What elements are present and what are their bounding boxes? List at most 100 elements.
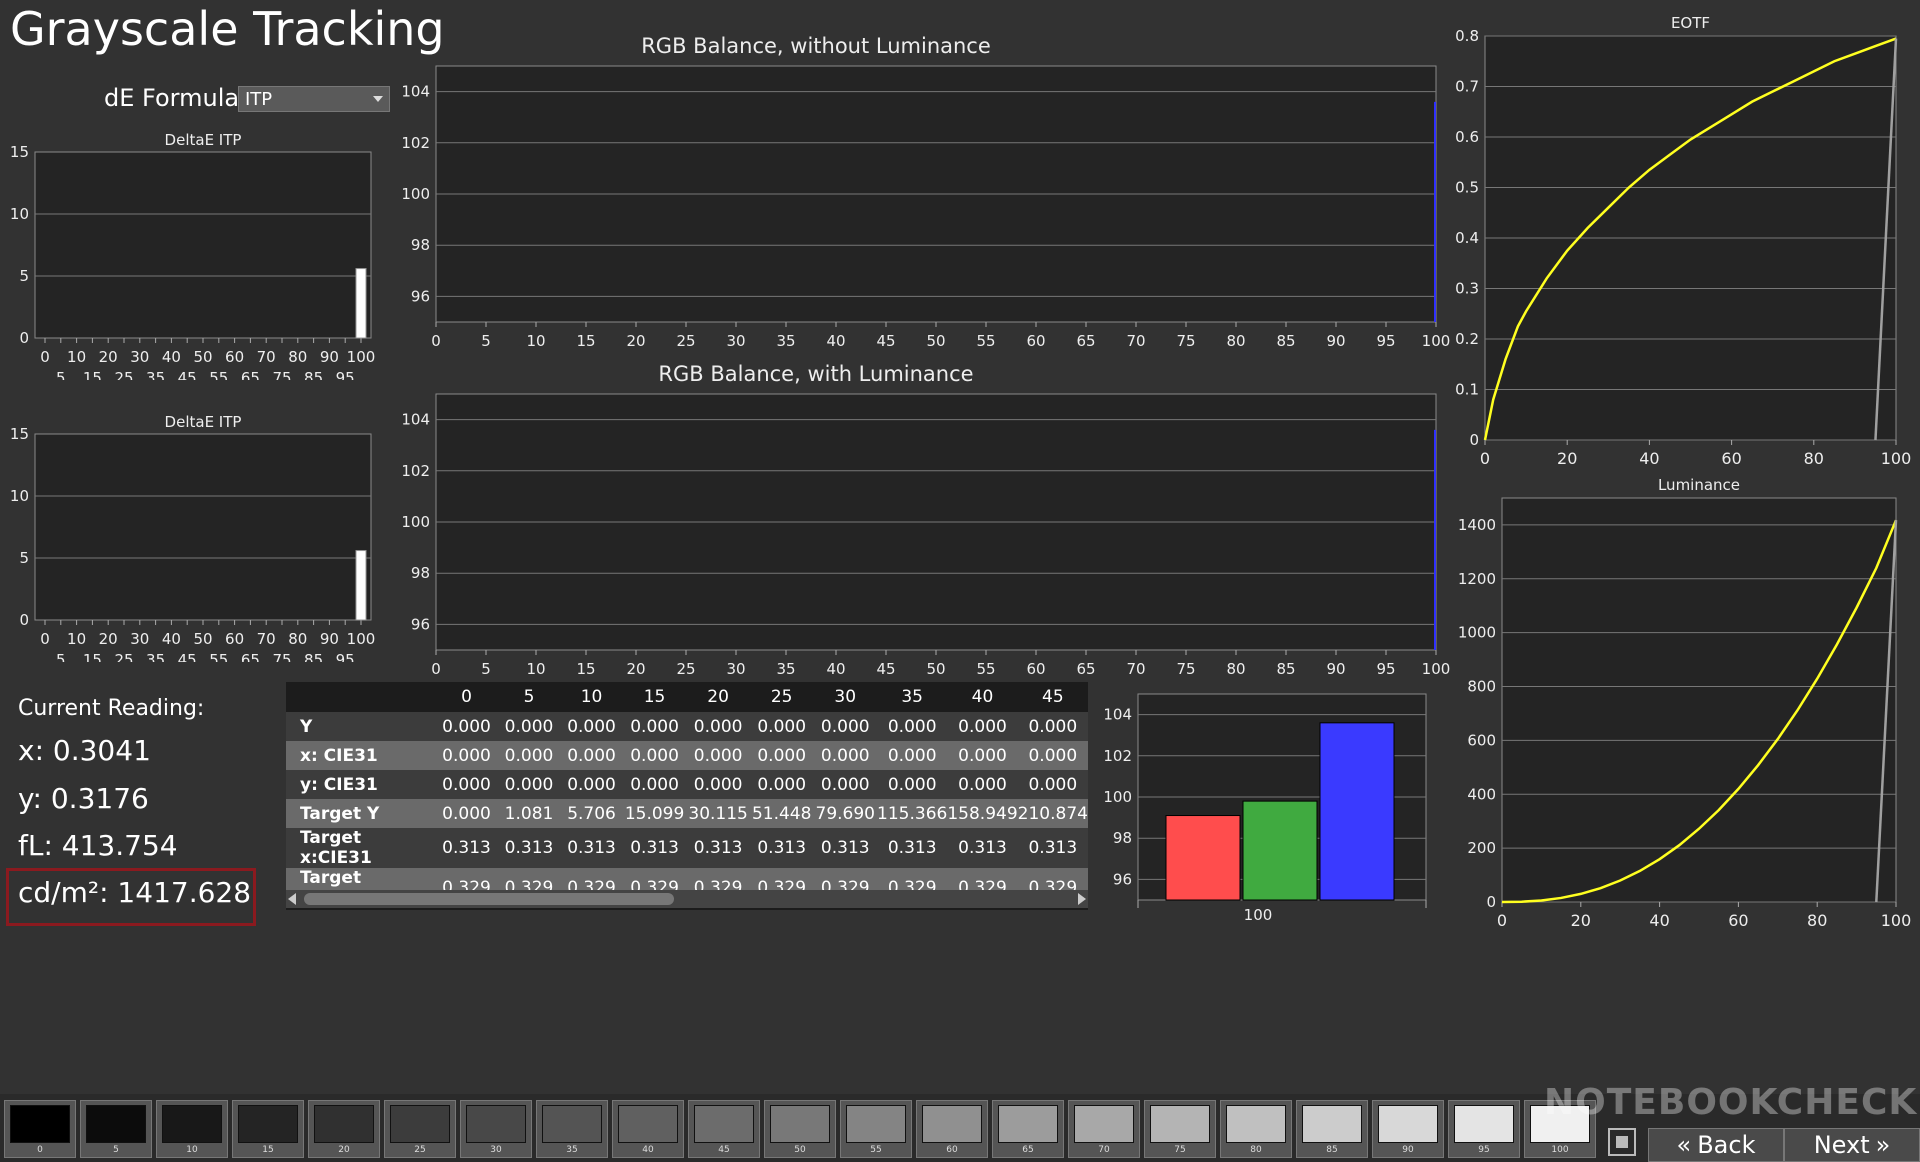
swatch-90[interactable]: 90 — [1372, 1100, 1444, 1158]
swatch-85[interactable]: 85 — [1296, 1100, 1368, 1158]
x-tick-label: 35 — [776, 332, 795, 350]
scrollbar-thumb[interactable] — [304, 893, 674, 905]
swatch-fill — [1150, 1105, 1210, 1143]
chevron-down-icon — [373, 96, 383, 102]
swatch-15[interactable]: 15 — [232, 1100, 304, 1158]
y-tick-label: 5 — [19, 267, 29, 285]
swatch-label: 45 — [718, 1145, 730, 1155]
swatch-fill — [238, 1105, 298, 1143]
table-cell: 0.000 — [947, 770, 1018, 799]
x-tick-label: 60 — [225, 348, 244, 366]
table-row: Target Y 0.000 1.081 5.706 15.099 30.115 51.44… — [286, 799, 1088, 828]
table-cell: 15.099 — [622, 799, 687, 828]
x-tick-label: 25 — [114, 651, 133, 662]
swatch-10[interactable]: 10 — [156, 1100, 228, 1158]
swatch-label: 65 — [1022, 1145, 1034, 1155]
swatch-35[interactable]: 35 — [536, 1100, 608, 1158]
table-cell: 0.000 — [877, 712, 948, 741]
x-tick-label: 95 — [1376, 660, 1395, 678]
y-tick-label: 104 — [1103, 706, 1132, 724]
y-tick-label: 96 — [411, 615, 430, 633]
x-tick-label: 45 — [178, 369, 197, 380]
table-cell: 0.313 — [560, 828, 623, 868]
rgb-bar-b — [1319, 722, 1395, 901]
table-cell: 0.313 — [813, 828, 878, 868]
y-tick-label: 0 — [1486, 893, 1496, 911]
stop-icon[interactable] — [1608, 1128, 1636, 1156]
x-tick-label: 80 — [1226, 332, 1245, 350]
x-tick-label: 85 — [304, 369, 323, 380]
luminance-chart: Luminance 0 200 400 600 800 1000 1200 1400 0 20 40 6… — [1458, 476, 1912, 930]
x-tick-label: 20 — [99, 348, 118, 366]
table-cell: 0.313 — [686, 828, 750, 868]
x-tick-label: 90 — [320, 348, 339, 366]
table-scrollbar[interactable] — [286, 890, 1088, 908]
x-tick-label: 70 — [257, 348, 276, 366]
table-cell: 0.313 — [497, 828, 561, 868]
swatch-80[interactable]: 80 — [1220, 1100, 1292, 1158]
table-cell: 0.000 — [622, 741, 687, 770]
x-tick-label: 85 — [1276, 332, 1295, 350]
swatch-fill — [86, 1105, 146, 1143]
x-tick-label: 80 — [1804, 449, 1824, 468]
x-tick-label: 75 — [272, 369, 291, 380]
x-tick-label: 50 — [926, 332, 945, 350]
swatch-label: 10 — [186, 1145, 198, 1155]
table-row: Target x:CIE31 0.313 0.313 0.313 0.313 0.313 0… — [286, 828, 1088, 868]
swatch-65[interactable]: 65 — [992, 1100, 1064, 1158]
swatch-5[interactable]: 5 — [80, 1100, 152, 1158]
scroll-left-icon[interactable] — [288, 893, 296, 905]
swatch-55[interactable]: 55 — [840, 1100, 912, 1158]
swatch-label: 15 — [262, 1145, 274, 1155]
x-tick-label: 15 — [576, 660, 595, 678]
swatch-label: 50 — [794, 1145, 806, 1155]
x-tick-label: 0 — [431, 332, 441, 350]
y-tick-label: 0 — [19, 611, 29, 629]
swatch-45[interactable]: 45 — [688, 1100, 760, 1158]
x-tick-label: 35 — [146, 651, 165, 662]
x-tick-label: 0 — [40, 630, 50, 648]
swatch-25[interactable]: 25 — [384, 1100, 456, 1158]
next-button[interactable]: Next » — [1784, 1128, 1920, 1162]
swatch-fill — [466, 1105, 526, 1143]
swatch-50[interactable]: 50 — [764, 1100, 836, 1158]
table-cell: 0.000 — [947, 712, 1018, 741]
swatch-40[interactable]: 40 — [612, 1100, 684, 1158]
reading-x: x: 0.3041 — [18, 734, 151, 767]
swatch-30[interactable]: 30 — [460, 1100, 532, 1158]
swatch-75[interactable]: 75 — [1144, 1100, 1216, 1158]
table-cell: 0.313 — [749, 828, 814, 868]
swatch-95[interactable]: 95 — [1448, 1100, 1520, 1158]
swatch-fill — [314, 1105, 374, 1143]
x-tick-label: 100 — [1881, 449, 1912, 468]
scroll-right-icon[interactable] — [1078, 893, 1086, 905]
x-tick-label: 40 — [162, 630, 181, 648]
x-tick-label: 75 — [272, 651, 291, 662]
table-cell: 0.000 — [686, 770, 750, 799]
swatch-20[interactable]: 20 — [308, 1100, 380, 1158]
de-formula-select[interactable]: ITP — [238, 86, 390, 112]
reading-cd: cd/m²: 1417.628 — [18, 876, 252, 909]
x-tick-label: 90 — [1326, 660, 1345, 678]
double-chevron-left-icon: « — [1676, 1131, 1692, 1159]
table-cell: 1.081 — [497, 799, 561, 828]
y-tick-label: 96 — [1113, 870, 1132, 888]
table-cell: 0.000 — [1017, 712, 1088, 741]
x-tick-label: 20 — [1557, 449, 1577, 468]
back-button[interactable]: « Back — [1648, 1128, 1784, 1162]
x-tick-label: 100 — [1881, 911, 1912, 930]
swatch-60[interactable]: 60 — [916, 1100, 988, 1158]
x-tick-label: 50 — [926, 660, 945, 678]
x-tick-label: 10 — [67, 630, 86, 648]
x-tick-label: 25 — [676, 332, 695, 350]
table-cell: 0.000 — [813, 712, 878, 741]
x-tick-label: 85 — [1276, 660, 1295, 678]
x-tick-label: 40 — [162, 348, 181, 366]
swatch-fill — [162, 1105, 222, 1143]
x-tick-label: 55 — [976, 332, 995, 350]
table-cell: 158.949 — [947, 799, 1018, 828]
table-corner — [286, 682, 436, 712]
x-tick-label: 45 — [876, 660, 895, 678]
swatch-70[interactable]: 70 — [1068, 1100, 1140, 1158]
swatch-0[interactable]: 0 — [4, 1100, 76, 1158]
